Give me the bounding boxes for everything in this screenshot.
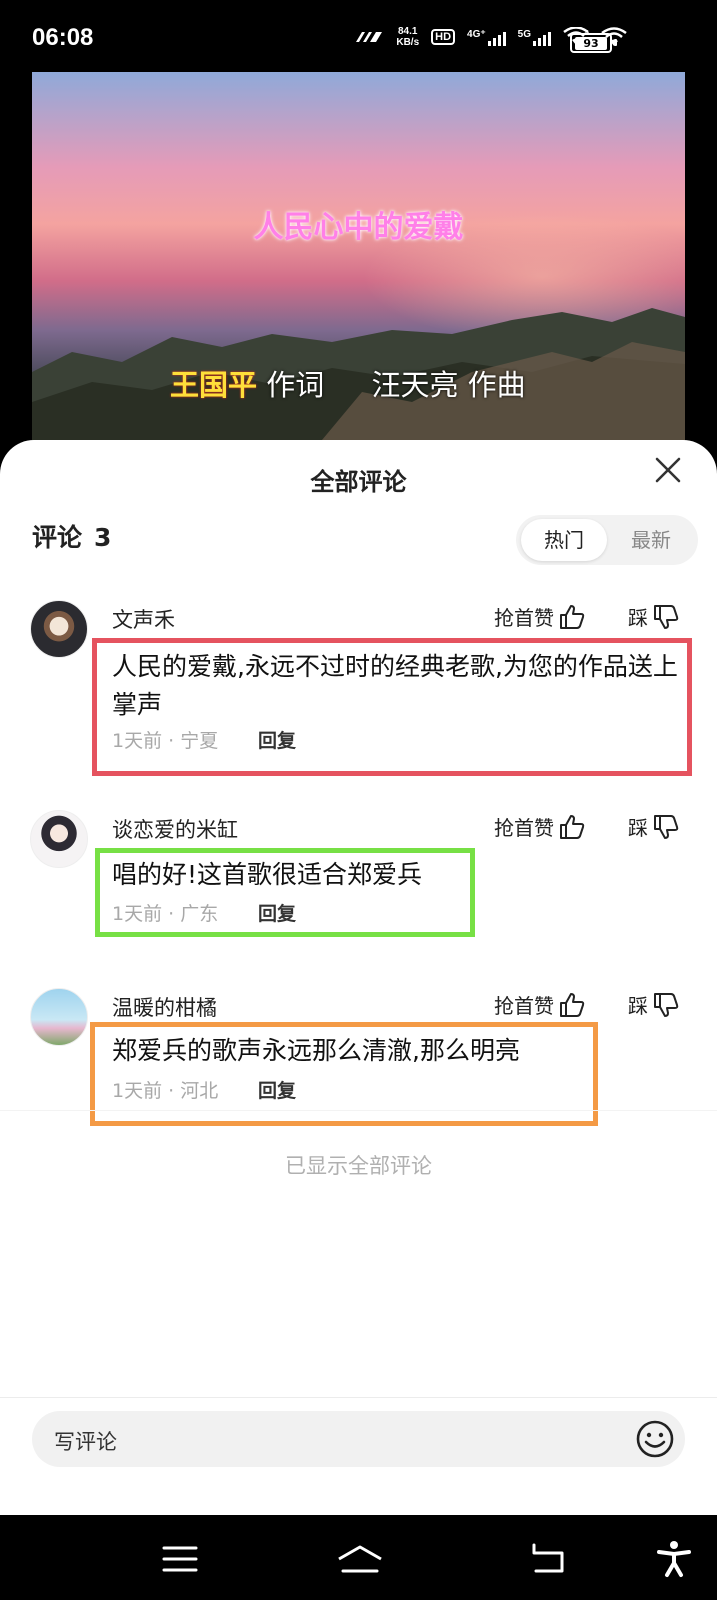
comment-meta: 1天前 · 宁夏 [112, 730, 219, 752]
comment-username[interactable]: 谈恋爱的米缸 [112, 814, 238, 844]
video-player[interactable]: 人民心中的爱戴 王国平 作词 汪天亮 作曲 [32, 72, 685, 452]
video-title: 人民心中的爱戴 [253, 210, 464, 245]
thumbs-up-icon [560, 604, 585, 629]
signal-sim2: 5G [518, 29, 551, 46]
thumbs-up-icon [560, 992, 585, 1017]
clock: 06:08 [32, 24, 94, 51]
like-button[interactable]: 抢首赞 [494, 602, 586, 631]
video-credits: 王国平 作词 汪天亮 作曲 [170, 368, 526, 402]
divider [0, 1397, 717, 1398]
lyricist-name: 王国平 [170, 368, 258, 402]
sheet-title: 全部评论 [310, 468, 407, 496]
like-button[interactable]: 抢首赞 [494, 812, 586, 841]
status-bar: 06:08 84.1 KB/s HD 4G⁺ 5G + 93 [0, 0, 717, 72]
back-icon[interactable] [528, 1539, 568, 1579]
thumbs-down-icon [654, 814, 679, 839]
comment-username[interactable]: 文声禾 [112, 604, 175, 634]
comment-username[interactable]: 温暖的柑橘 [112, 992, 217, 1022]
comment-sheet: 全部评论 评论 3 热门 最新 文声禾 抢首赞 踩 人民的爱戴,永远不过时的经典老… [0, 440, 717, 1515]
home-icon[interactable] [335, 1539, 385, 1579]
comment-input-placeholder: 写评论 [54, 1430, 117, 1454]
signal-bars-icon [487, 30, 506, 46]
network-speed: 84.1 KB/s [396, 26, 420, 48]
menu-icon[interactable] [160, 1539, 200, 1579]
dislike-button[interactable]: 踩 [628, 990, 680, 1019]
comment-text: 郑爱兵的歌声永远那么清澈,那么明亮 [112, 1036, 520, 1065]
reply-button[interactable]: 回复 [258, 1076, 296, 1103]
signal-bars-icon [533, 30, 551, 46]
signal-sim1: 4G⁺ [467, 29, 506, 46]
avatar[interactable] [30, 988, 88, 1046]
divider [0, 1110, 717, 1111]
thumbs-up-icon [560, 814, 585, 839]
system-nav-bar [0, 1515, 717, 1600]
comment-meta: 1天前 · 河北 [112, 1080, 219, 1102]
hd-voice-badge: HD [431, 29, 456, 45]
avatar[interactable] [30, 600, 88, 658]
close-icon[interactable] [648, 450, 688, 490]
all-comments-shown-note: 已显示全部评论 [285, 1154, 432, 1178]
comment-meta: 1天前 · 广东 [112, 903, 219, 925]
dislike-button[interactable]: 踩 [628, 812, 680, 841]
reply-button[interactable]: 回复 [258, 726, 296, 753]
like-button[interactable]: 抢首赞 [494, 990, 586, 1019]
thumbs-down-icon [654, 992, 679, 1017]
reply-button[interactable]: 回复 [258, 899, 296, 926]
battery-icon: 93 [570, 33, 617, 53]
avatar[interactable] [30, 810, 88, 868]
comment-input[interactable]: 写评论 [32, 1411, 685, 1467]
dislike-button[interactable]: 踩 [628, 602, 680, 631]
sort-hot-button[interactable]: 热门 [521, 519, 607, 561]
comment-text: 人民的爱戴,永远不过时的经典老歌,为您的作品送上掌声 [112, 652, 678, 719]
carrier-logo-icon [356, 32, 383, 42]
thumbs-down-icon [654, 604, 679, 629]
sort-latest-button[interactable]: 最新 [608, 519, 694, 561]
smiley-icon[interactable] [635, 1419, 675, 1459]
accessibility-icon[interactable] [654, 1539, 694, 1579]
comment-text: 唱的好!这首歌很适合郑爱兵 [112, 860, 423, 889]
comment-count: 评论 3 [32, 523, 112, 552]
sort-toggle: 热门 最新 [516, 515, 698, 565]
